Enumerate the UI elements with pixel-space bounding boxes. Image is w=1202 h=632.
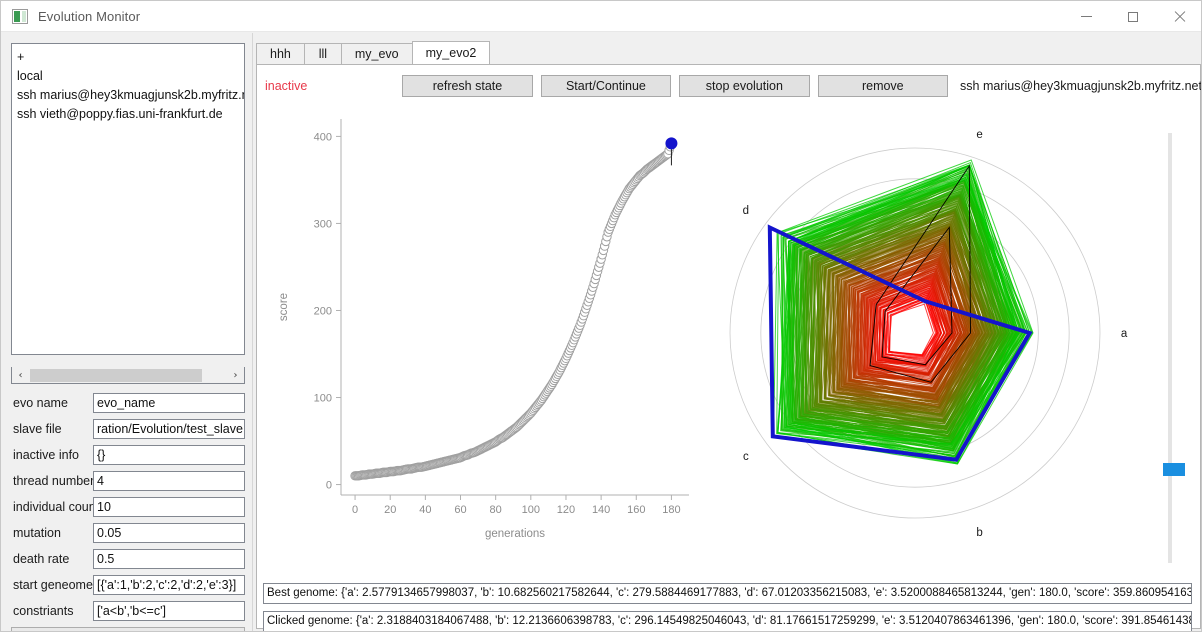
label-slave-file: slave file (13, 422, 62, 436)
svg-text:40: 40 (419, 504, 431, 516)
form-row-inactive-info: inactive info {} (11, 445, 245, 465)
list-item[interactable]: ssh marius@hey3kmuagjunsk2b.myfritz.net (17, 86, 244, 105)
tab-panel: inactive refresh state Start/Continue st… (256, 64, 1202, 631)
label-mutation: mutation (13, 526, 61, 540)
slider-track[interactable] (1168, 133, 1172, 563)
scrollbar-thumb[interactable] (30, 368, 202, 382)
form-row-individual-count: individual count 10 (11, 497, 245, 517)
host-list-hscrollbar[interactable]: ‹ › (11, 367, 245, 384)
input-thread-number[interactable]: 4 (93, 471, 245, 491)
svg-text:60: 60 (454, 504, 466, 516)
form-row-mutation: mutation 0.05 (11, 523, 245, 543)
slider-handle[interactable] (1163, 463, 1185, 476)
svg-text:80: 80 (490, 504, 502, 516)
status-badge: inactive (265, 79, 308, 93)
input-individual-count[interactable]: 10 (93, 497, 245, 517)
window-title: Evolution Monitor (38, 8, 141, 24)
tab-lll[interactable]: lll (303, 43, 342, 64)
svg-text:0: 0 (352, 504, 358, 516)
input-start-genomes[interactable]: [{'a':1,'b':2,'c':2,'d':2,'e':3}] (93, 575, 245, 595)
close-button[interactable] (1157, 1, 1201, 32)
tab-my-evo2[interactable]: my_evo2 (411, 41, 491, 64)
form-row-constraints: constriants ['a<b','b<=c'] (11, 601, 245, 621)
list-item[interactable]: ssh vieth@poppy.fias.uni-frankfurt.de (17, 105, 244, 124)
main-area: hhh lll my_evo my_evo2 inactive refresh … (254, 33, 1202, 631)
radar-axis-label-c: c (743, 451, 749, 463)
svg-text:180: 180 (662, 504, 680, 516)
svg-text:100: 100 (522, 504, 540, 516)
svg-text:200: 200 (314, 305, 332, 317)
label-thread-number: thread number (13, 474, 95, 488)
input-mutation[interactable]: 0.05 (93, 523, 245, 543)
label-individual-count: individual count (13, 500, 100, 514)
title-bar: Evolution Monitor (1, 1, 1201, 32)
stop-evolution-button[interactable]: stop evolution (679, 75, 810, 97)
scroll-right-icon[interactable]: › (227, 368, 244, 383)
label-constraints: constriants (13, 604, 74, 618)
tab-my-evo[interactable]: my_evo (340, 43, 413, 64)
svg-text:0: 0 (326, 480, 332, 492)
start-continue-button[interactable]: Start/Continue (540, 75, 672, 97)
svg-text:generations: generations (485, 528, 545, 540)
clicked-genome-readout[interactable]: Clicked genome: {'a': 2.3188403184067488… (263, 611, 1192, 631)
connection-label: ssh marius@hey3kmuagjunsk2b.myfritz.net (960, 79, 1202, 93)
form-row-thread-number: thread number 4 (11, 471, 245, 491)
evolution-toolbar: inactive refresh state Start/Continue st… (257, 73, 1202, 99)
add-button[interactable]: Add (11, 627, 245, 631)
score-vs-generations-chart[interactable]: 0 100 200 300 400 0 20 40 60 80 100 120 140 160 180 gen… (259, 105, 699, 575)
sidebar: + local ssh marius@hey3kmuagjunsk2b.myfr… (1, 33, 253, 631)
input-slave-file[interactable]: ration/Evolution/test_slave.py (93, 419, 245, 439)
list-item[interactable]: + (17, 48, 244, 67)
input-constraints[interactable]: ['a<b','b<=c'] (93, 601, 245, 621)
form-row-start-genomes: start geneomes [{'a':1,'b':2,'c':2,'d':2… (11, 575, 245, 595)
minimize-icon (1080, 16, 1092, 17)
form-row-evo-name: evo name evo_name (11, 393, 245, 413)
best-genome-readout[interactable]: Best genome: {'a': 2.5779134657998037, '… (263, 583, 1192, 604)
refresh-state-button[interactable]: refresh state (402, 75, 533, 97)
label-evo-name: evo name (13, 396, 68, 410)
host-list[interactable]: + local ssh marius@hey3kmuagjunsk2b.myfr… (11, 43, 245, 355)
evolution-config-form: evo name evo_name slave file ration/Evol… (11, 393, 245, 631)
label-death-rate: death rate (13, 552, 70, 566)
tab-hhh[interactable]: hhh (256, 43, 305, 64)
svg-text:160: 160 (627, 504, 645, 516)
svg-text:400: 400 (314, 131, 332, 143)
plot-container: 0 100 200 300 400 0 20 40 60 80 100 120 140 160 180 gen… (257, 105, 1201, 575)
radar-axis-label-d: d (743, 205, 749, 217)
svg-text:120: 120 (557, 504, 575, 516)
input-death-rate[interactable]: 0.5 (93, 549, 245, 569)
input-evo-name[interactable]: evo_name (93, 393, 245, 413)
form-row-death-rate: death rate 0.5 (11, 549, 245, 569)
input-inactive-info[interactable]: {} (93, 445, 245, 465)
genome-radar-chart[interactable]: a b c d e (707, 105, 1137, 575)
list-item[interactable]: local (17, 67, 244, 86)
label-inactive-info: inactive info (13, 448, 80, 462)
svg-text:100: 100 (314, 393, 332, 405)
label-start-genomes: start geneomes (13, 578, 100, 592)
radar-axis-label-e: e (976, 129, 982, 141)
maximize-button[interactable] (1110, 1, 1156, 32)
app-logo-icon (12, 8, 28, 24)
minimize-button[interactable] (1063, 1, 1109, 32)
close-icon (1174, 11, 1186, 23)
svg-text:300: 300 (314, 218, 332, 230)
app-window: Evolution Monitor + local ssh marius@hey… (0, 0, 1202, 632)
generation-slider[interactable] (1163, 133, 1185, 563)
radar-axis-label-a: a (1121, 328, 1128, 340)
svg-text:20: 20 (384, 504, 396, 516)
form-row-slave-file: slave file ration/Evolution/test_slave.p… (11, 419, 245, 439)
svg-text:score: score (278, 293, 290, 321)
remove-button[interactable]: remove (817, 75, 949, 97)
scroll-left-icon[interactable]: ‹ (12, 368, 29, 383)
tab-bar: hhh lll my_evo my_evo2 (256, 41, 1201, 64)
radar-axis-label-b: b (976, 527, 982, 539)
svg-text:140: 140 (592, 504, 610, 516)
maximize-icon (1128, 11, 1138, 22)
